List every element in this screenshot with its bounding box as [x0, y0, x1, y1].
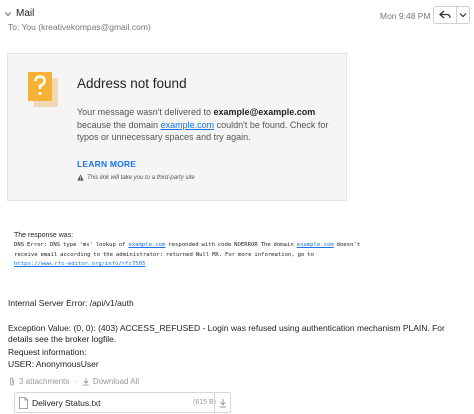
message-header: Mail To: You (kreativekompas@gmail.com) … — [0, 0, 474, 40]
attachments-bar: 3 attachments · Download All — [8, 377, 139, 386]
bounce-notice-card: Address not found Your message wasn't de… — [7, 53, 347, 201]
user-text: USER: AnonymousUser — [8, 359, 99, 369]
rfc-link[interactable]: https://www.rfc-editor.org/info/rfc7505 — [14, 261, 145, 267]
separator: · — [74, 377, 77, 386]
dns-text: responded with code NOERROR The domain — [165, 242, 297, 248]
recipient-line: To: You (kreativekompas@gmail.com) — [8, 22, 151, 32]
file-icon — [19, 397, 28, 409]
download-icon — [220, 398, 226, 407]
download-icon — [83, 377, 89, 386]
message-text: because the domain — [77, 119, 161, 130]
message-actions — [433, 6, 470, 24]
card-title: Address not found — [77, 76, 187, 91]
domain-link[interactable]: example.com — [161, 120, 215, 130]
attachment-download-button[interactable] — [214, 393, 231, 412]
learn-more-link[interactable]: LEARN MORE — [77, 159, 136, 169]
recipient-address: example@example.com — [213, 107, 316, 117]
timestamp: Mon 9:48 PM — [380, 11, 431, 21]
expand-icon[interactable] — [4, 10, 12, 18]
disclaimer-row: This link will take you to a third-party… — [77, 174, 195, 181]
sender-row[interactable]: Mail — [4, 8, 34, 19]
domain-link[interactable]: example.com — [128, 242, 165, 248]
more-options-button[interactable] — [457, 7, 469, 23]
warning-icon — [77, 174, 84, 181]
request-info-text: Request information: — [8, 347, 87, 357]
dns-text: DNS Error: DNS type 'mx' lookup of — [14, 242, 129, 248]
domain-link[interactable]: example.com — [297, 242, 334, 248]
reply-icon — [439, 10, 451, 19]
dns-text: doesn't — [333, 242, 361, 248]
dns-text: receive email according to the administr… — [14, 251, 314, 258]
server-error-text: Internal Server Error: /api/v1/auth — [8, 298, 134, 308]
attachment-name: Delivery Status.txt — [32, 398, 101, 408]
more-options-icon — [459, 13, 467, 18]
download-all-link[interactable]: Download All — [93, 377, 139, 386]
attachment-size: (615 B) — [193, 399, 216, 406]
attachments-count: 3 attachments — [19, 377, 70, 386]
dns-error-text: DNS Error: DNS type 'mx' lookup of examp… — [14, 241, 469, 270]
card-message: Your message wasn't delivered to example… — [77, 106, 339, 144]
exception-text: Exception Value: (0, 0): (403) ACCESS_RE… — [8, 323, 445, 344]
sender-name: Mail — [16, 8, 35, 19]
paperclip-icon — [10, 377, 14, 386]
message-text: Your message wasn't delivered to — [77, 107, 214, 117]
reply-button[interactable] — [434, 7, 458, 23]
warning-icon — [28, 72, 58, 107]
attachment-item[interactable]: Delivery Status.txt (615 B) — [14, 392, 231, 413]
response-heading: The response was: — [14, 232, 74, 239]
disclaimer-text: This link will take you to a third-party… — [87, 174, 195, 181]
